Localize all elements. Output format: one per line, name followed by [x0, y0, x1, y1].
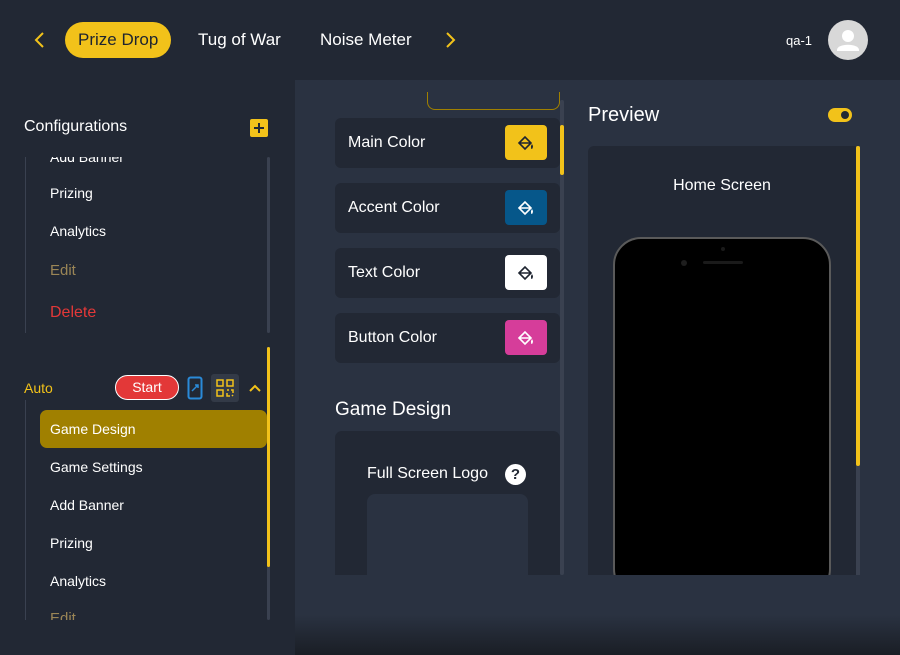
- menu-item-analytics[interactable]: Analytics: [50, 223, 106, 239]
- help-icon[interactable]: ?: [505, 464, 526, 485]
- tabs-next-arrow-icon[interactable]: [438, 28, 462, 52]
- menu-item-edit[interactable]: Edit: [50, 610, 76, 620]
- menu-item-add-banner[interactable]: Add Banner: [50, 497, 124, 513]
- preview-title: Preview: [588, 104, 660, 126]
- paint-bucket-icon: [517, 330, 533, 346]
- auto-game-menu: Game Design Game Settings Add Banner Pri…: [0, 400, 295, 620]
- main-color-picker[interactable]: [505, 125, 547, 160]
- phone-speaker-icon: [703, 261, 743, 264]
- game-name-auto[interactable]: Auto: [24, 380, 53, 396]
- menu-item-prizing[interactable]: Prizing: [50, 535, 93, 551]
- accent-color-label: Accent Color: [348, 199, 440, 216]
- full-screen-logo-card: Full Screen Logo ?: [335, 431, 560, 575]
- text-color-label: Text Color: [348, 264, 421, 281]
- logo-upload-area[interactable]: [367, 494, 528, 575]
- button-color-label: Button Color: [348, 329, 437, 346]
- first-game-menu: Add Banner Prizing Analytics Edit Delete: [0, 157, 295, 333]
- tab-prize-drop[interactable]: Prize Drop: [65, 22, 172, 58]
- menu-item-edit[interactable]: Edit: [50, 262, 76, 279]
- add-configuration-icon[interactable]: [250, 119, 268, 137]
- paint-bucket-icon: [517, 200, 533, 216]
- design-settings-column: Main Color Accent Color Text Color Butto…: [335, 80, 565, 575]
- main-color-row: Main Color: [335, 118, 560, 168]
- button-color-row: Button Color: [335, 313, 560, 363]
- user-silhouette-icon: [837, 30, 859, 51]
- user-avatar[interactable]: [828, 20, 868, 60]
- sidebar: Configurations Add Banner Prizing Analyt…: [0, 80, 295, 655]
- preview-panel: Home Screen: [588, 146, 860, 575]
- menu-item-prizing[interactable]: Prizing: [50, 185, 93, 201]
- text-color-row: Text Color: [335, 248, 560, 298]
- first-menu-scrollbar[interactable]: [267, 157, 270, 333]
- phone-mockup: [613, 237, 831, 575]
- tab-noise-meter[interactable]: Noise Meter: [320, 22, 412, 58]
- menu-item-game-design[interactable]: Game Design: [40, 410, 267, 448]
- mobile-share-icon[interactable]: [187, 376, 203, 400]
- top-bar: Prize Drop Tug of War Noise Meter qa-1: [0, 0, 900, 80]
- paint-bucket-icon: [517, 135, 533, 151]
- collapse-chevron-up-icon[interactable]: [247, 380, 263, 396]
- game-design-title: Game Design: [335, 399, 452, 420]
- tab-tug-of-war[interactable]: Tug of War: [198, 22, 281, 58]
- qr-code-icon[interactable]: [211, 374, 239, 402]
- accent-color-picker[interactable]: [505, 190, 547, 225]
- partial-input-field[interactable]: [427, 92, 560, 110]
- tabs-prev-arrow-icon[interactable]: [28, 28, 52, 52]
- paint-bucket-icon: [517, 265, 533, 281]
- text-color-picker[interactable]: [505, 255, 547, 290]
- sidebar-scrollbar-thumb[interactable]: [267, 347, 270, 567]
- home-screen-label: Home Screen: [673, 177, 771, 194]
- preview-scrollbar-thumb[interactable]: [856, 146, 860, 466]
- menu-item-analytics[interactable]: Analytics: [50, 573, 106, 589]
- design-scrollbar-thumb[interactable]: [560, 125, 564, 175]
- menu-item-delete[interactable]: Delete: [50, 304, 96, 322]
- button-color-picker[interactable]: [505, 320, 547, 355]
- accent-color-row: Accent Color: [335, 183, 560, 233]
- username: qa-1: [786, 33, 813, 48]
- full-screen-logo-label: Full Screen Logo: [367, 465, 488, 482]
- start-button[interactable]: Start: [115, 375, 179, 400]
- main-color-label: Main Color: [348, 134, 426, 151]
- menu-item-add-banner[interactable]: Add Banner: [50, 157, 124, 165]
- preview-toggle[interactable]: [828, 108, 852, 122]
- configurations-title: Configurations: [24, 118, 128, 135]
- menu-item-label: Game Design: [50, 421, 136, 437]
- menu-item-game-settings[interactable]: Game Settings: [50, 459, 143, 475]
- phone-camera-icon: [681, 260, 687, 266]
